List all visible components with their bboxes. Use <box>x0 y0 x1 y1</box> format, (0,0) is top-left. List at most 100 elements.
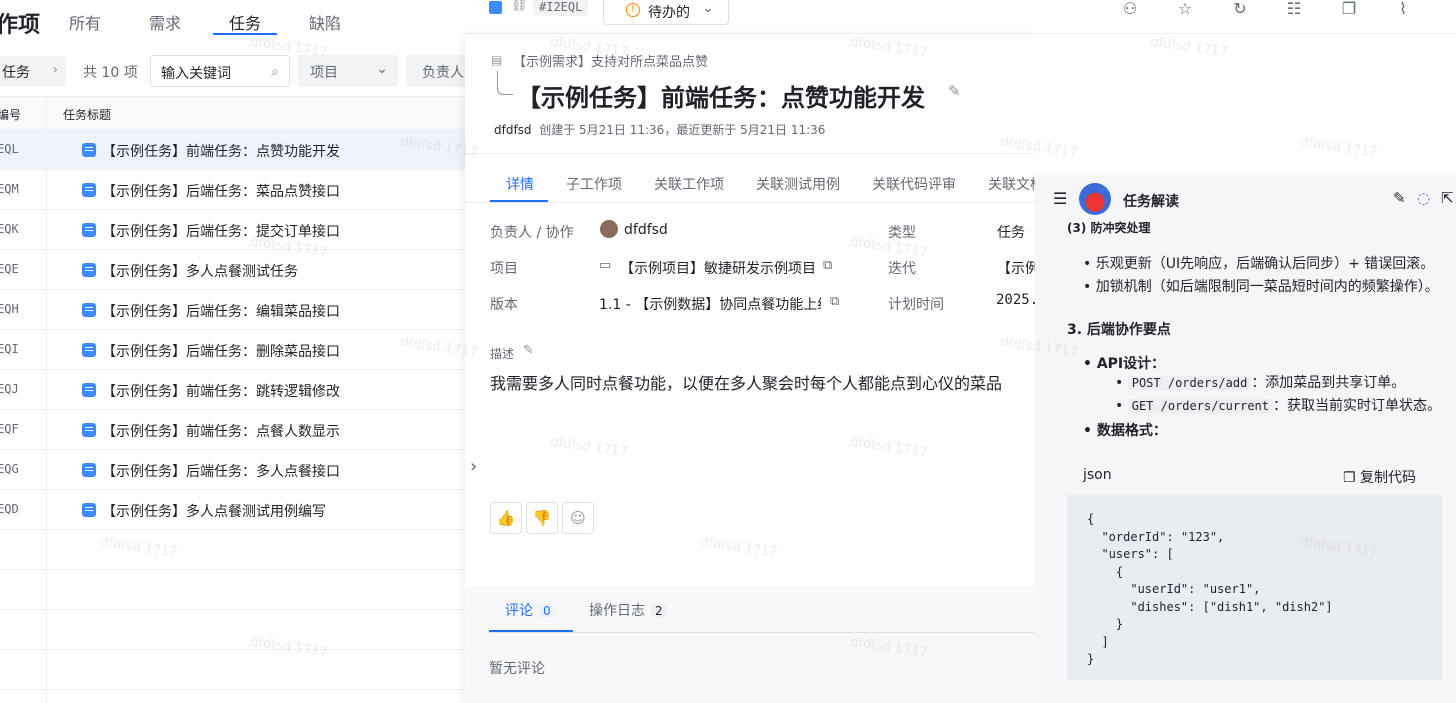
open-link-icon[interactable]: ⧉ <box>823 258 832 273</box>
table-row[interactable]: EQK 【示例任务】后端任务：提交订单接口 <box>0 210 465 250</box>
tab-linked-items[interactable]: 关联工作项 <box>654 174 724 194</box>
table-row[interactable]: EQG 【示例任务】后端任务：多人点餐接口 <box>0 450 465 490</box>
table-row[interactable]: EQH 【示例任务】后端任务：编辑菜品接口 <box>0 290 465 330</box>
table-row[interactable]: EQE 【示例任务】多人点餐测试任务 <box>0 250 465 290</box>
item-id[interactable]: #I2EQL <box>533 0 589 16</box>
detail-panel: ▤ 【示例需求】支持对所点菜品点赞 【示例任务】前端任务：点赞功能开发 ✎ df… <box>465 34 1044 703</box>
status-select[interactable]: ! 待办的 ⌄ <box>603 0 729 25</box>
copy-code-button[interactable]: ❐ 复制代码 <box>1343 467 1416 487</box>
open-link-icon[interactable]: ⧉ <box>830 294 839 309</box>
row-title: 【示例任务】前端任务：跳转逻辑修改 <box>102 384 340 400</box>
bullet-item: • 加锁机制（如后端限制同一菜品短时间内的频繁操作）。 <box>1083 279 1439 295</box>
star-icon[interactable]: ☆ <box>1175 0 1195 19</box>
edit-icon[interactable]: ✎ <box>948 82 961 100</box>
empty-row <box>0 570 465 610</box>
work-item-list-panel: 作项 所有 需求 任务 缺陷 任务 › 共 10 项 输入关键词 ⌕ 项目 ⌄ 负责人… <box>0 0 465 703</box>
task-icon <box>82 463 96 477</box>
bullet-item: • API设计： <box>1083 356 1166 372</box>
log-count: 2 <box>651 604 667 618</box>
inline-code: POST /orders/add <box>1127 376 1252 390</box>
chevron-down-icon: ⌄ <box>702 0 714 16</box>
copy-icon[interactable]: ❐ <box>1339 0 1359 19</box>
empty-row <box>0 650 465 690</box>
description-label: 描述 <box>490 347 515 361</box>
page-title: 【示例任务】前端任务：点赞功能开发 <box>517 84 925 112</box>
table-row[interactable]: EQJ 【示例任务】前端任务：跳转逻辑修改 <box>0 370 465 410</box>
row-title: 【示例任务】后端任务：编辑菜品接口 <box>102 304 340 320</box>
row-title: 【示例任务】后端任务：删除菜品接口 <box>102 344 340 360</box>
attachment-icon[interactable]: ⌇ <box>1393 0 1413 19</box>
section-heading: (3) 防冲突处理 <box>1067 221 1151 235</box>
row-id: EQG <box>0 462 19 476</box>
tab-activity-log[interactable]: 操作日志 2 <box>589 600 667 620</box>
table-row[interactable]: EQL 【示例任务】前端任务：点赞功能开发 <box>0 130 465 170</box>
bullet-item: • 乐观更新（UI先响应，后端确认后同步）+ 错误回滚。 <box>1083 256 1435 272</box>
task-icon <box>82 143 96 157</box>
table-row[interactable]: EQF 【示例任务】前端任务：点餐人数显示 <box>0 410 465 450</box>
note-icon[interactable]: ✎ <box>1393 189 1406 207</box>
hierarchy-icon[interactable]: ☷ <box>1284 0 1304 19</box>
column-title: 任务标题 <box>63 108 112 122</box>
divider <box>489 632 1035 633</box>
row-id: EQI <box>0 342 19 356</box>
thumbs-up-button[interactable]: 👍 <box>490 502 522 534</box>
active-tab-underline <box>490 200 548 202</box>
robot-icon[interactable]: ⚇ <box>1120 0 1140 19</box>
detail-tabs: 详情 子工作项 关联工作项 关联测试用例 关联代码评审 关联文档 <box>465 165 1044 203</box>
task-icon <box>82 343 96 357</box>
parent-item-link[interactable]: 【示例需求】支持对所点菜品点赞 <box>513 51 708 70</box>
emoji-button[interactable]: ☺ <box>562 502 594 534</box>
tab-linked-tests[interactable]: 关联测试用例 <box>756 174 840 194</box>
type-filter[interactable]: 任务 › <box>0 56 66 86</box>
task-type-icon <box>489 1 502 14</box>
type-filter-label: 任务 <box>2 65 30 81</box>
timestamps: 创建于 5月21日 11:36，最近更新于 5月21日 11:36 <box>539 123 826 137</box>
table-row[interactable]: EQD 【示例任务】多人点餐测试用例编写 <box>0 490 465 530</box>
task-icon <box>82 503 96 517</box>
task-icon <box>82 423 96 437</box>
row-title: 【示例任务】多人点餐测试任务 <box>102 264 298 280</box>
search-input[interactable]: 输入关键词 ⌕ <box>150 55 290 87</box>
owner-select[interactable]: 负责人 <box>406 55 465 87</box>
menu-icon[interactable]: ☰ <box>1053 189 1067 208</box>
plan-time-value[interactable]: 2025. <box>996 292 1035 308</box>
expand-arrow-icon[interactable]: › <box>470 456 477 477</box>
row-id: EQL <box>0 142 19 156</box>
tab-requirements[interactable]: 需求 <box>149 10 181 34</box>
refresh-icon[interactable]: ↻ <box>1230 0 1250 19</box>
iteration-value[interactable]: 【示例 <box>997 258 1035 278</box>
project-select[interactable]: 项目 ⌄ <box>298 55 398 87</box>
section-heading: 3. 后端协作要点 <box>1067 322 1171 338</box>
owner-value[interactable]: dfdfsd <box>624 222 668 238</box>
tab-tasks[interactable]: 任务 <box>229 10 261 34</box>
tab-linked-reviews[interactable]: 关联代码评审 <box>872 174 956 194</box>
task-icon <box>82 223 96 237</box>
tab-subitems[interactable]: 子工作项 <box>566 174 622 194</box>
panel-title: 作项 <box>0 13 41 38</box>
link-icon[interactable]: ⛓ <box>511 0 528 13</box>
comment-section: 评论 0 操作日志 2 暂无评论 <box>465 586 1035 703</box>
row-id: EQE <box>0 262 19 276</box>
project-value[interactable]: 【示例项目】敏捷研发示例项目 <box>620 258 816 278</box>
row-id: EQJ <box>0 382 19 396</box>
type-value[interactable]: 任务 <box>997 222 1025 242</box>
tab-all[interactable]: 所有 <box>69 10 101 34</box>
external-icon[interactable]: ⇱ <box>1441 189 1454 207</box>
version-value[interactable]: 1.1 - 【示例数据】协同点餐功能上线 <box>599 294 821 314</box>
thumbs-up-icon: 👍 <box>496 509 516 527</box>
code-language: json <box>1083 467 1112 483</box>
tab-comments[interactable]: 评论 0 <box>505 600 555 620</box>
tab-bugs[interactable]: 缺陷 <box>309 10 341 34</box>
plan-time-label: 计划时间 <box>888 297 944 313</box>
requirement-icon: ▤ <box>491 53 503 67</box>
thumbs-down-button[interactable]: 👎 <box>526 502 558 534</box>
divider <box>465 153 1035 154</box>
table-row[interactable]: EQM 【示例任务】后端任务：菜品点赞接口 <box>0 170 465 210</box>
edit-icon[interactable]: ✎ <box>523 343 534 358</box>
row-id: EQD <box>0 502 19 516</box>
tab-details[interactable]: 详情 <box>506 174 534 194</box>
empty-row <box>0 530 465 570</box>
chat-icon[interactable]: ◌ <box>1417 189 1430 207</box>
table-row[interactable]: EQI 【示例任务】后端任务：删除菜品接口 <box>0 330 465 370</box>
bullet-text: ：获取当前实时订单状态。 <box>1273 398 1441 414</box>
